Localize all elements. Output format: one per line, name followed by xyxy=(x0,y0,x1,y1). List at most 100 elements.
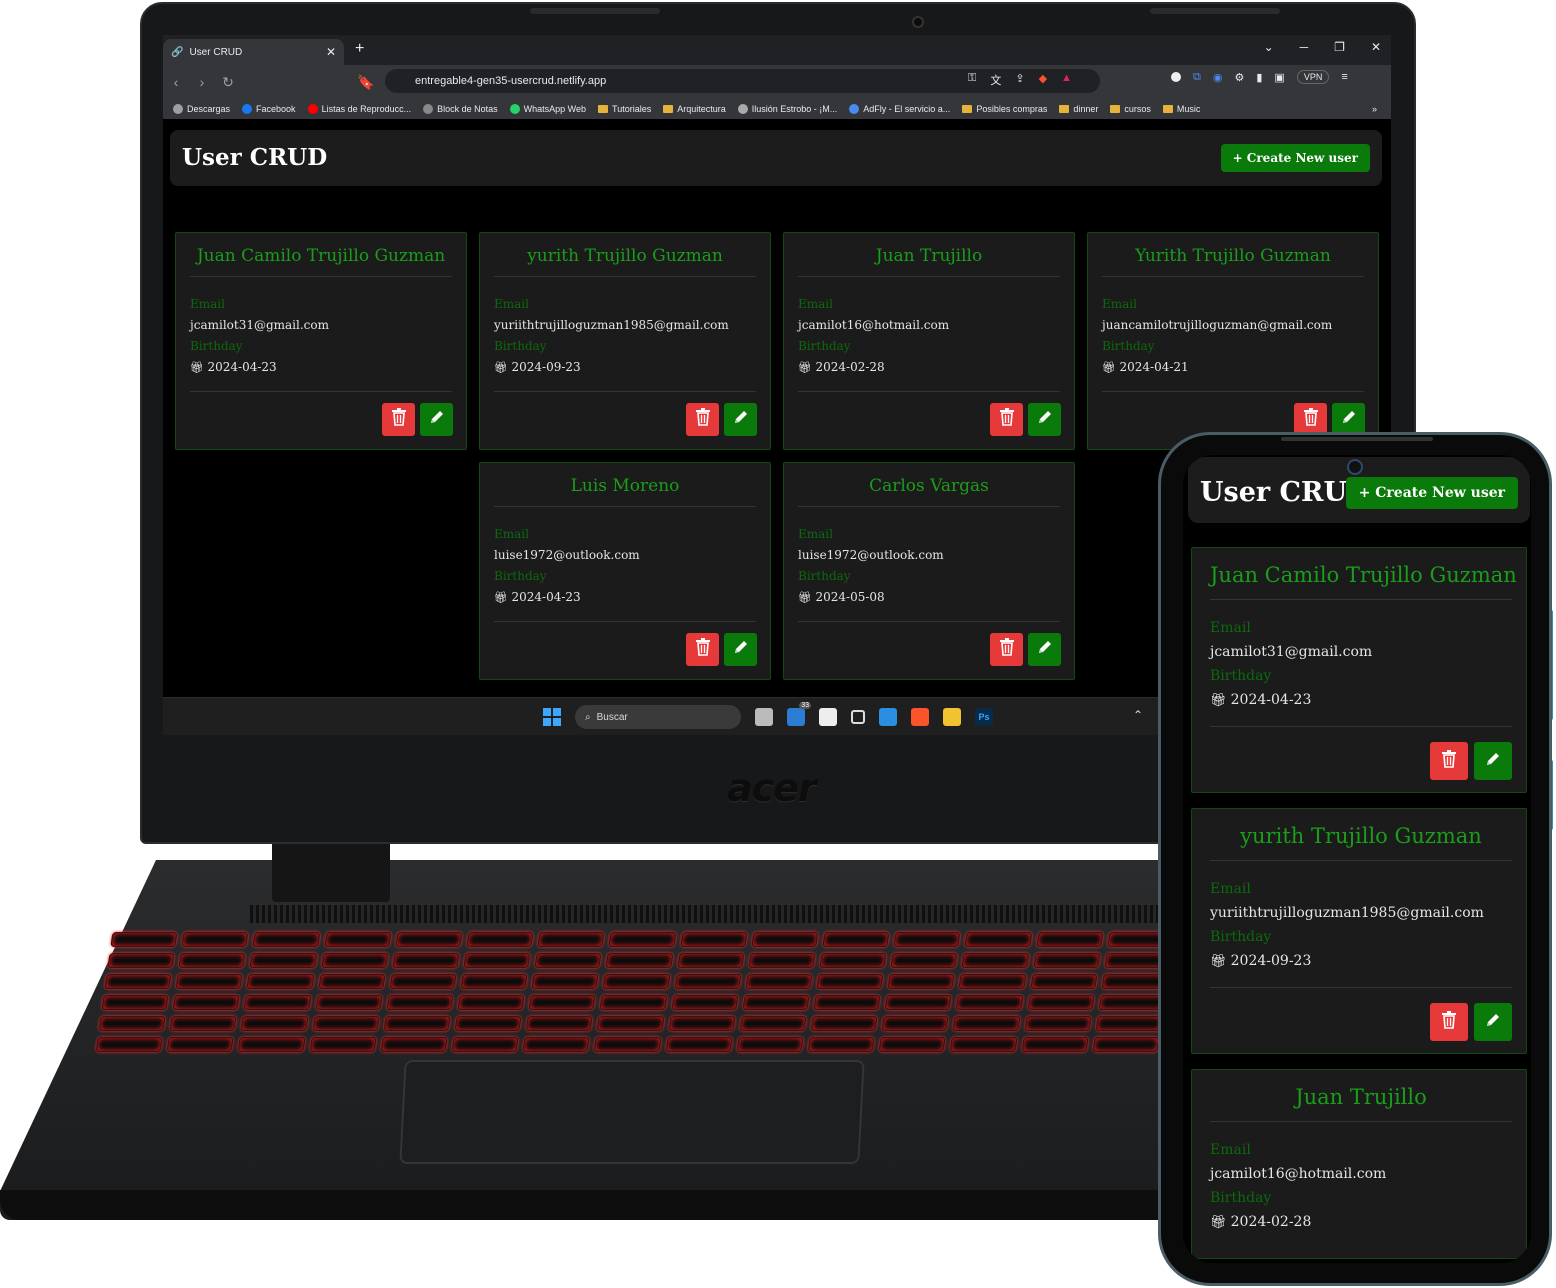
back-icon[interactable]: ‹ xyxy=(163,74,189,90)
delete-user-button[interactable] xyxy=(990,633,1023,666)
card-divider xyxy=(1210,987,1512,988)
bookmark-item[interactable]: Tutoriales xyxy=(598,104,651,114)
share-icon[interactable]: ⇪ xyxy=(1015,72,1024,88)
maximize-icon[interactable]: ❐ xyxy=(1334,40,1345,54)
notes-icon[interactable] xyxy=(819,708,837,726)
brave-icon[interactable] xyxy=(911,708,929,726)
sidebar-icon[interactable]: ▮ xyxy=(1256,71,1262,84)
profile-icon[interactable] xyxy=(1171,72,1181,82)
user-card: Luis Moreno Email luise1972@outlook.com Bir… xyxy=(479,462,771,680)
keyboard-key xyxy=(386,995,454,1010)
bookmark-item[interactable]: WhatsApp Web xyxy=(509,104,586,114)
mobile-delete-user-button[interactable] xyxy=(1430,1003,1468,1041)
keyboard-key xyxy=(466,932,534,947)
chevron-up-icon[interactable]: ⌃ xyxy=(1133,708,1143,722)
vpn-button[interactable]: VPN xyxy=(1296,70,1330,84)
mobile-create-user-button[interactable]: + Create New user xyxy=(1345,477,1518,509)
edit-user-button[interactable] xyxy=(420,403,453,436)
keyboard-key xyxy=(964,932,1033,947)
windows-start-icon[interactable] xyxy=(543,708,561,726)
keyboard-key xyxy=(593,1037,662,1052)
gift-icon: 🎁︎ xyxy=(1210,954,1231,969)
keyboard-key xyxy=(534,953,602,968)
bookmark-icon[interactable]: 🔖 xyxy=(353,74,379,91)
bookmark-item[interactable]: Listas de Reproducc... xyxy=(307,104,411,114)
task-view-icon[interactable] xyxy=(755,708,773,726)
mobile-delete-user-button[interactable] xyxy=(1430,742,1468,780)
more-bookmarks-icon[interactable]: » xyxy=(1372,104,1391,114)
bookmark-item[interactable]: Music xyxy=(1162,104,1200,114)
keyboard-key xyxy=(665,1037,733,1052)
birthday-value: 2024-04-21 xyxy=(1119,360,1189,374)
keyboard xyxy=(91,928,1179,1056)
reload-icon[interactable]: ↻ xyxy=(215,74,241,91)
keyboard-key xyxy=(318,974,386,989)
bookmark-item[interactable]: Posibles compras xyxy=(962,104,1047,114)
delete-user-button[interactable] xyxy=(990,403,1023,436)
keyboard-key xyxy=(676,953,745,968)
keyboard-key xyxy=(172,995,240,1010)
birthday-row: 🎁︎ 2024-09-23 xyxy=(494,360,581,374)
brave-rewards-icon[interactable]: ▲ xyxy=(1061,72,1072,88)
translate-icon[interactable]: 文 xyxy=(990,72,1001,88)
user-name: Yurith Trujillo Guzman xyxy=(1102,246,1364,277)
mobile-email-value: jcamilot31@gmail.com xyxy=(1210,644,1373,660)
birthday-label: Birthday xyxy=(494,339,547,353)
close-window-icon[interactable]: ✕ xyxy=(1371,40,1381,54)
mobile-email-label: Email xyxy=(1210,881,1251,897)
vscode-icon[interactable] xyxy=(879,708,897,726)
audio-ext-icon[interactable]: ◉ xyxy=(1213,71,1223,84)
mobile-edit-user-button[interactable] xyxy=(1474,1003,1512,1041)
menu-icon[interactable]: ≡ xyxy=(1341,71,1347,83)
brave-shield-icon[interactable]: ◆ xyxy=(1039,72,1047,88)
bookmark-item[interactable]: AdFly - El servicio a... xyxy=(849,104,950,114)
birthday-value: 2024-05-08 xyxy=(815,590,885,604)
close-tab-icon[interactable]: ✕ xyxy=(326,45,336,59)
keyboard-key xyxy=(881,1016,950,1031)
keyboard-key xyxy=(522,1037,591,1052)
bookmark-label: cursos xyxy=(1124,104,1151,114)
gift-icon: 🎁︎ xyxy=(1210,1215,1231,1230)
bookmark-label: Arquitectura xyxy=(677,104,726,114)
bookmark-item[interactable]: Descargas xyxy=(173,104,230,114)
forward-icon[interactable]: › xyxy=(189,74,215,90)
trash-icon xyxy=(1303,408,1319,431)
chevron-down-icon[interactable]: ⌄ xyxy=(1264,40,1274,54)
keyboard-key xyxy=(810,1016,878,1031)
browser-tab[interactable]: 🔗 User CRUD ✕ xyxy=(163,39,344,65)
window-icon[interactable] xyxy=(851,710,865,724)
key-icon[interactable]: ⚿ xyxy=(968,72,976,88)
bookmark-item[interactable]: Arquitectura xyxy=(663,104,726,114)
keyboard-key xyxy=(457,995,525,1010)
bookmark-item[interactable]: cursos xyxy=(1110,104,1151,114)
keyboard-key xyxy=(958,974,1027,989)
taskbar-search[interactable]: ⌕ Buscar xyxy=(575,705,741,729)
mobile-edit-user-button[interactable] xyxy=(1474,742,1512,780)
file-explorer-icon[interactable] xyxy=(943,708,961,726)
new-tab-icon[interactable]: + xyxy=(355,40,364,58)
user-card: yurith Trujillo Guzman Email yuriithtrujil… xyxy=(479,232,771,450)
wallet-icon[interactable]: ▣ xyxy=(1274,71,1284,84)
mail-icon[interactable]: 33 xyxy=(787,702,811,726)
delete-user-button[interactable] xyxy=(686,403,719,436)
translate-ext-icon[interactable]: ⧉ xyxy=(1193,71,1201,84)
edit-user-button[interactable] xyxy=(724,633,757,666)
photoshop-icon[interactable]: Ps xyxy=(975,708,993,726)
delete-user-button[interactable] xyxy=(382,403,415,436)
edit-user-button[interactable] xyxy=(1028,633,1061,666)
folder-icon xyxy=(1162,105,1173,113)
bookmark-item[interactable]: dinner xyxy=(1059,104,1098,114)
bookmark-item[interactable]: Facebook xyxy=(242,104,296,114)
edit-user-button[interactable] xyxy=(724,403,757,436)
puzzle-icon[interactable]: ⚙ xyxy=(1234,71,1244,84)
bookmark-item[interactable]: Ilusión Estrobo - ¡M... xyxy=(737,104,837,114)
card-divider xyxy=(1102,391,1364,392)
trash-icon xyxy=(1441,1010,1457,1034)
minimize-icon[interactable]: ─ xyxy=(1300,40,1309,54)
bookmark-item[interactable]: Block de Notas xyxy=(423,104,498,114)
keyboard-key xyxy=(949,1037,1018,1052)
edit-user-button[interactable] xyxy=(1028,403,1061,436)
create-user-button[interactable]: + Create New user xyxy=(1220,144,1370,172)
delete-user-button[interactable] xyxy=(686,633,719,666)
keyboard-key xyxy=(166,1037,235,1052)
